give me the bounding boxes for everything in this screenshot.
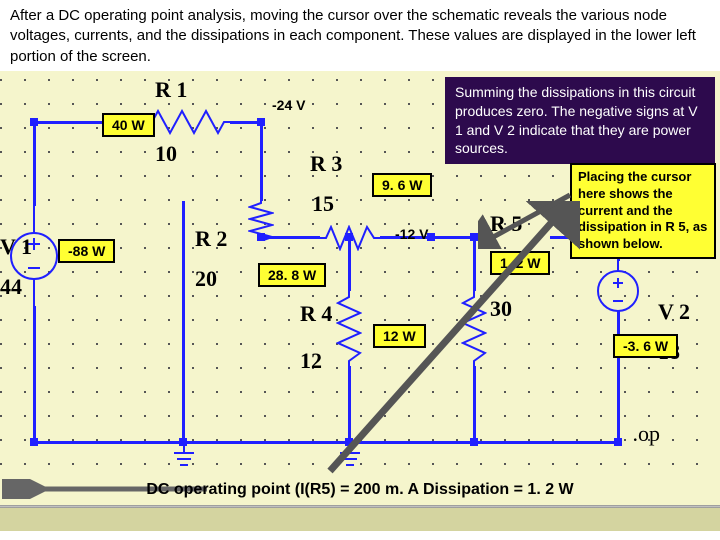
wire (473, 236, 476, 291)
dissipation-r3: 9. 6 W (372, 173, 432, 197)
voltage-source-v2-icon (594, 261, 642, 321)
grid-row (0, 367, 720, 368)
label-r2: R 2 (195, 226, 227, 252)
ground-icon (338, 443, 362, 471)
schematic-node (30, 438, 38, 446)
schematic-node (470, 233, 478, 241)
label-r5: R 5 (490, 211, 522, 237)
schematic-canvas: // grid drawn after data binding below –… (0, 71, 720, 531)
label-r1: R 1 (155, 77, 187, 103)
wire (348, 366, 351, 446)
dissipation-r2: 28. 8 W (258, 263, 326, 287)
wire (260, 121, 263, 201)
dissipation-r5: 1. 2 W (490, 251, 550, 275)
resistor-r5-icon (461, 289, 487, 367)
note-r5-box: Placing the cursor here shows the curren… (570, 163, 716, 259)
wire (617, 311, 620, 444)
value-r2: 20 (195, 266, 217, 292)
wire (33, 121, 36, 206)
schematic-node (30, 118, 38, 126)
wire (182, 201, 185, 446)
wire (33, 441, 620, 444)
ground-icon (172, 443, 196, 471)
resistor-r3-icon (318, 225, 380, 251)
label-r3: R 3 (310, 151, 342, 177)
dissipation-r4: 12 W (373, 324, 426, 348)
value-r3: 15 (312, 191, 334, 217)
schematic-node (614, 438, 622, 446)
grid-row (0, 391, 720, 392)
label-v2: V 2 (658, 299, 690, 325)
schematic-node (257, 118, 265, 126)
value-r1: 10 (155, 141, 177, 167)
wire (33, 306, 36, 441)
status-line: DC operating point (I(R5) = 200 m. A Dis… (0, 481, 720, 499)
resistor-r2-icon (248, 199, 274, 241)
dissipation-r1: 40 W (102, 113, 155, 137)
bottom-bar (0, 508, 720, 531)
value-r5: 30 (490, 296, 512, 322)
op-directive: .op (633, 421, 661, 447)
grid-row (0, 415, 720, 416)
dissipation-v2: -3. 6 W (613, 334, 678, 358)
label-v1: V 1 (0, 234, 32, 260)
note-sum-box: Summing the dissipations in this circuit… (445, 77, 715, 165)
dissipation-v1: -88 W (58, 239, 115, 263)
node-voltage-mid: -12 V (395, 226, 428, 242)
schematic-node (470, 438, 478, 446)
label-r4: R 4 (300, 301, 332, 327)
wire (473, 366, 476, 446)
resistor-r4-icon (336, 289, 362, 367)
value-v1: 44 (0, 274, 22, 300)
grid-row (0, 439, 720, 440)
intro-text: After a DC operating point analysis, mov… (0, 0, 720, 71)
node-voltage-top: -24 V (272, 97, 305, 113)
value-r4: 12 (300, 348, 322, 374)
